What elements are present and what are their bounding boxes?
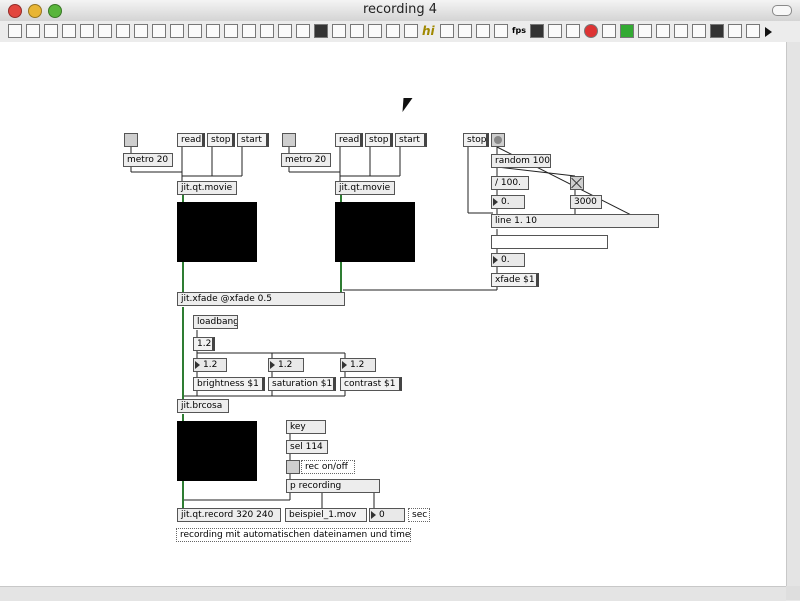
preset-icon[interactable] (692, 24, 706, 38)
line-object[interactable]: line 1. 10 (491, 214, 659, 228)
jit-brcosa-object[interactable]: jit.brcosa (177, 399, 229, 413)
comment-icon[interactable] (44, 24, 58, 38)
lcd-icon[interactable] (404, 24, 418, 38)
patch-description-comment: recording mit automatischen dateinamen u… (176, 528, 411, 542)
left-start-message[interactable]: start (237, 133, 269, 147)
record-toggle[interactable] (286, 460, 300, 474)
hand-icon[interactable] (332, 24, 346, 38)
right-metro-object[interactable]: metro 20 (281, 153, 331, 167)
right-start-message[interactable]: start (395, 133, 427, 147)
random-object[interactable]: random 100 (491, 154, 551, 168)
random-stop-message[interactable]: stop (463, 133, 489, 147)
pen-icon[interactable] (566, 24, 580, 38)
hi-icon[interactable]: hi (422, 24, 436, 38)
jit-qt-record-object[interactable]: jit.qt.record 320 240 (177, 508, 281, 522)
resize-handle[interactable] (786, 586, 800, 600)
palette-more-icon[interactable] (765, 27, 772, 37)
left-metro-object[interactable]: metro 20 (123, 153, 173, 167)
key-object[interactable]: key (286, 420, 326, 434)
playbar-icon[interactable] (728, 24, 742, 38)
function-icon[interactable] (260, 24, 274, 38)
bpatcher-icon[interactable] (656, 24, 670, 38)
right-stop-message[interactable]: stop (365, 133, 393, 147)
left-stop-message[interactable]: stop (207, 133, 235, 147)
left-read-message[interactable]: read (177, 133, 205, 147)
meter-icon[interactable] (170, 24, 184, 38)
crossfade-slider[interactable] (491, 235, 608, 249)
saturation-message[interactable]: saturation $1 (268, 377, 336, 391)
grid-icon[interactable] (386, 24, 400, 38)
divide-object[interactable]: / 100. (491, 176, 529, 190)
left-video-preview (177, 202, 257, 262)
p-recording-subpatch[interactable]: p recording (286, 479, 380, 493)
left-jit-qt-movie-object[interactable]: jit.qt.movie (177, 181, 237, 195)
swatch-icon[interactable] (620, 24, 634, 38)
pictslider-icon[interactable] (350, 24, 364, 38)
multislider-icon[interactable] (314, 24, 328, 38)
object-box-icon[interactable] (8, 24, 22, 38)
radiogroup-icon[interactable] (746, 24, 760, 38)
matrix-icon[interactable] (188, 24, 202, 38)
sel-object[interactable]: sel 114 (286, 440, 328, 454)
right-bang-button[interactable] (282, 133, 296, 147)
saturation-number[interactable]: 1.2 (268, 358, 304, 372)
ramp-time-number[interactable]: 3000 (570, 195, 602, 209)
random-bang-button[interactable] (491, 133, 505, 147)
spectroscope-icon[interactable] (638, 24, 652, 38)
loadbang-object[interactable]: loadbang (193, 315, 238, 329)
jit-pwindow-icon[interactable] (530, 24, 544, 38)
right-read-message[interactable]: read (335, 133, 363, 147)
object-palette-toolbar: hi fps (0, 21, 800, 43)
output-video-preview (177, 421, 257, 481)
contrast-number[interactable]: 1.2 (340, 358, 376, 372)
seconds-number[interactable]: 0 (369, 508, 405, 522)
button-icon[interactable] (62, 24, 76, 38)
kslider-icon[interactable] (548, 24, 562, 38)
init-value-message[interactable]: 1.2 (193, 337, 215, 351)
number-box-icon[interactable] (98, 24, 112, 38)
brightness-number[interactable]: 1.2 (193, 358, 227, 372)
filename-display: beispiel_1.mov (285, 508, 367, 522)
contrast-message[interactable]: contrast $1 (340, 377, 402, 391)
textedit-icon[interactable] (368, 24, 382, 38)
toolbar-toggle-button[interactable] (772, 5, 792, 16)
gain-icon[interactable] (278, 24, 292, 38)
right-video-preview (335, 202, 415, 262)
float-number-icon[interactable] (116, 24, 130, 38)
jit-xfade-object[interactable]: jit.xfade @xfade 0.5 (177, 292, 345, 306)
ubumenu-icon[interactable] (458, 24, 472, 38)
rslider-icon[interactable] (242, 24, 256, 38)
horizontal-scrollbar[interactable] (0, 586, 786, 601)
xfade-message[interactable]: xfade $1 (491, 273, 539, 287)
panel-icon[interactable] (224, 24, 238, 38)
patcher-canvas[interactable] (0, 42, 786, 586)
movie-icon[interactable] (710, 24, 724, 38)
message-box-icon[interactable] (26, 24, 40, 38)
sec-label: sec (408, 508, 430, 522)
window-titlebar: recording 4 (0, 0, 800, 22)
window-title: recording 4 (362, 2, 438, 17)
random-float-number[interactable]: 0. (491, 195, 525, 209)
brightness-message[interactable]: brightness $1 (193, 377, 265, 391)
mouse-cursor-icon (402, 98, 413, 112)
matrixctrl-icon[interactable] (602, 24, 616, 38)
rec-on-off-label: rec on/off (301, 460, 355, 474)
record-icon[interactable] (584, 24, 598, 38)
random-toggle[interactable] (570, 176, 584, 190)
updown-icon[interactable] (476, 24, 490, 38)
led-icon[interactable] (494, 24, 508, 38)
jit-cellblock-icon[interactable] (674, 24, 688, 38)
slider-icon[interactable] (134, 24, 148, 38)
ezdac-icon[interactable] (296, 24, 310, 38)
table-icon[interactable] (440, 24, 454, 38)
toggle-icon[interactable] (80, 24, 94, 38)
dial-icon[interactable] (206, 24, 220, 38)
vertical-scrollbar[interactable] (786, 42, 800, 586)
right-jit-qt-movie-object[interactable]: jit.qt.movie (335, 181, 395, 195)
crossfade-float-number[interactable]: 0. (491, 253, 525, 267)
hslider-icon[interactable] (152, 24, 166, 38)
left-bang-button[interactable] (124, 133, 138, 147)
fps-icon[interactable]: fps (512, 24, 528, 38)
